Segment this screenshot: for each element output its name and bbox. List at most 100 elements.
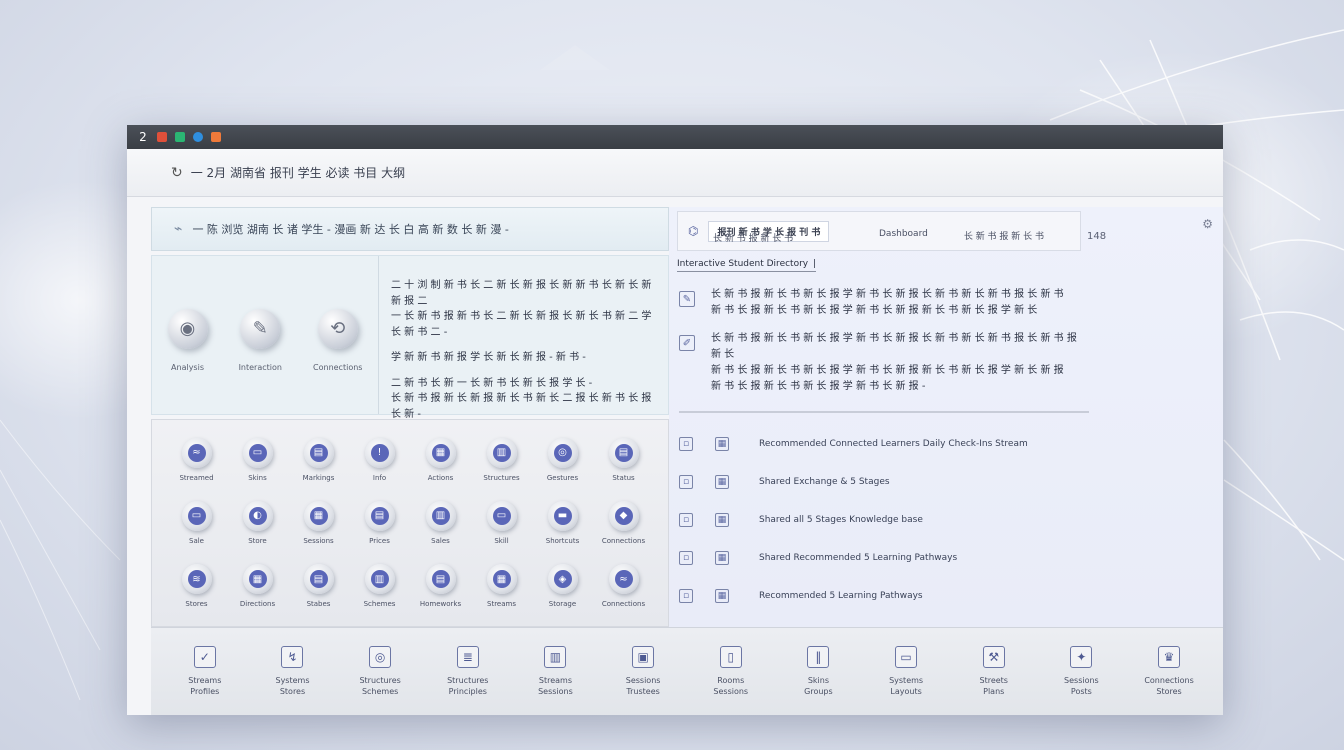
dock-item[interactable]: ≣ Structures Principles: [432, 646, 504, 697]
grid-item[interactable]: ▭ Sale: [166, 491, 227, 554]
dock-item[interactable]: ↯ Systems Stores: [256, 646, 328, 697]
grid-button[interactable]: ◎: [547, 437, 578, 468]
grid-item[interactable]: ◐ Store: [227, 491, 288, 554]
pen-icon[interactable]: ✎: [240, 308, 281, 349]
grid-button[interactable]: ≈: [608, 564, 639, 595]
grid-icon[interactable]: ▦: [715, 551, 729, 565]
grid-button[interactable]: ▬: [547, 500, 578, 531]
dock-item[interactable]: ✦ Sessions Posts: [1045, 646, 1117, 697]
panel-icon[interactable]: ▯: [719, 646, 742, 669]
grid-icon[interactable]: ▦: [715, 513, 729, 527]
grid-item[interactable]: ▤ Homeworks: [410, 555, 471, 618]
grid-button[interactable]: ▥: [425, 500, 456, 531]
grid-button[interactable]: ▥: [364, 564, 395, 595]
grid-item[interactable]: ▦ Actions: [410, 428, 471, 491]
list-item[interactable]: ▫ ▦ Shared all 5 Stages Knowledge base: [679, 501, 1209, 539]
app-icon[interactable]: [211, 132, 221, 142]
link-icon[interactable]: ⟲: [317, 308, 358, 349]
grid-icon[interactable]: ▦: [715, 475, 729, 489]
list-item[interactable]: ▫ ▦ Shared Exchange & 5 Stages: [679, 463, 1209, 501]
grid-item[interactable]: ▤ Status: [593, 428, 654, 491]
grid-item[interactable]: ◆ Connections: [593, 491, 654, 554]
directory-search[interactable]: Interactive Student Directory |: [677, 259, 817, 272]
grid-button[interactable]: ▦: [303, 500, 334, 531]
grid-button[interactable]: ▦: [425, 437, 456, 468]
grid-item[interactable]: ▭ Skins: [227, 428, 288, 491]
grid-button[interactable]: ≋: [181, 564, 212, 595]
feature-1[interactable]: ✎ Interaction: [239, 308, 282, 372]
grid-item[interactable]: ▥ Schemes: [349, 555, 410, 618]
dock-item[interactable]: ▣ Sessions Trustees: [607, 646, 679, 697]
dock-item[interactable]: ♛ Connections Stores: [1133, 646, 1205, 697]
dock-item[interactable]: ◎ Structures Schemes: [344, 646, 416, 697]
maximize-window-button[interactable]: [175, 132, 185, 142]
grid-item[interactable]: ▥ Structures: [471, 428, 532, 491]
dock-item[interactable]: ▭ Systems Layouts: [870, 646, 942, 697]
grid-button[interactable]: ▤: [303, 437, 334, 468]
grid-icon[interactable]: ▦: [715, 589, 729, 603]
frame-icon[interactable]: ▫: [679, 513, 693, 527]
grid-button[interactable]: ▤: [608, 437, 639, 468]
grid-icon[interactable]: ▫: [679, 437, 693, 451]
columns-icon[interactable]: ▥: [544, 646, 567, 669]
bars-icon[interactable]: ‖: [807, 646, 830, 669]
grid-item[interactable]: ▤ Prices: [349, 491, 410, 554]
refresh-icon[interactable]: ↻: [171, 165, 183, 181]
target-icon[interactable]: ◎: [369, 646, 392, 669]
check-square-icon[interactable]: ✓: [193, 646, 216, 669]
box-icon[interactable]: ▦: [715, 437, 729, 451]
pen-square-icon[interactable]: ✐: [679, 335, 695, 351]
grid-item[interactable]: ≋ Stores: [166, 555, 227, 618]
close-window-button[interactable]: [157, 132, 167, 142]
list-item[interactable]: ▫ ▦ Shared Recommended 5 Learning Pathways: [679, 539, 1209, 577]
monitor-icon[interactable]: ▭: [895, 646, 918, 669]
edit-icon[interactable]: ✎: [679, 291, 695, 307]
frame-icon[interactable]: ▫: [679, 589, 693, 603]
frame-icon[interactable]: ▫: [679, 475, 693, 489]
layers-icon[interactable]: ≣: [456, 646, 479, 669]
dock-item[interactable]: ▯ Rooms Sessions: [695, 646, 767, 697]
grid-item[interactable]: ▬ Shortcuts: [532, 491, 593, 554]
list-item[interactable]: ▫ ▦ Recommended 5 Learning Pathways: [679, 577, 1209, 615]
grid-button[interactable]: ◆: [608, 500, 639, 531]
grid-button[interactable]: ▭: [242, 437, 273, 468]
grid-item[interactable]: ◎ Gestures: [532, 428, 593, 491]
trend-icon[interactable]: ↯: [281, 646, 304, 669]
grid-item[interactable]: ▦ Streams: [471, 555, 532, 618]
grid-item[interactable]: ▦ Directions: [227, 555, 288, 618]
grid-item[interactable]: ≈ Streamed: [166, 428, 227, 491]
tab-dashboard[interactable]: Dashboard: [879, 229, 928, 242]
grid-button[interactable]: ◈: [547, 564, 578, 595]
grid-button[interactable]: ▤: [425, 564, 456, 595]
dock-item[interactable]: ⚒ Streets Plans: [958, 646, 1030, 697]
tab-secondary[interactable]: 长 新 书 报 新 长 书: [964, 229, 1044, 242]
settings-icon[interactable]: ⚙: [1202, 217, 1213, 231]
frame-icon[interactable]: ▫: [679, 551, 693, 565]
grid-item[interactable]: ▤ Markings: [288, 428, 349, 491]
grid-button[interactable]: !: [364, 437, 395, 468]
clipboard-icon[interactable]: ▣: [632, 646, 655, 669]
grid-button[interactable]: ▦: [486, 564, 517, 595]
dock-item[interactable]: ▥ Streams Sessions: [519, 646, 591, 697]
grid-item[interactable]: ◈ Storage: [532, 555, 593, 618]
grid-button[interactable]: ▤: [303, 564, 334, 595]
grid-button[interactable]: ◐: [242, 500, 273, 531]
grid-item[interactable]: ≈ Connections: [593, 555, 654, 618]
dock-item[interactable]: ‖ Skins Groups: [782, 646, 854, 697]
crown-icon[interactable]: ♛: [1158, 646, 1181, 669]
grid-button[interactable]: ▥: [486, 437, 517, 468]
feature-0[interactable]: ◉ Analysis: [167, 308, 208, 372]
disc-icon[interactable]: ◉: [167, 308, 208, 349]
feature-2[interactable]: ⟲ Connections: [313, 308, 362, 372]
grid-button[interactable]: ▭: [486, 500, 517, 531]
browser-icon[interactable]: [193, 132, 203, 142]
tags-icon[interactable]: ✦: [1070, 646, 1093, 669]
grid-item[interactable]: ! Info: [349, 428, 410, 491]
grid-button[interactable]: ▭: [181, 500, 212, 531]
tool-icon[interactable]: ⚒: [982, 646, 1005, 669]
grid-button[interactable]: ▦: [242, 564, 273, 595]
grid-item[interactable]: ▤ Stabes: [288, 555, 349, 618]
grid-item[interactable]: ▥ Sales: [410, 491, 471, 554]
grid-item[interactable]: ▦ Sessions: [288, 491, 349, 554]
grid-button[interactable]: ▤: [364, 500, 395, 531]
